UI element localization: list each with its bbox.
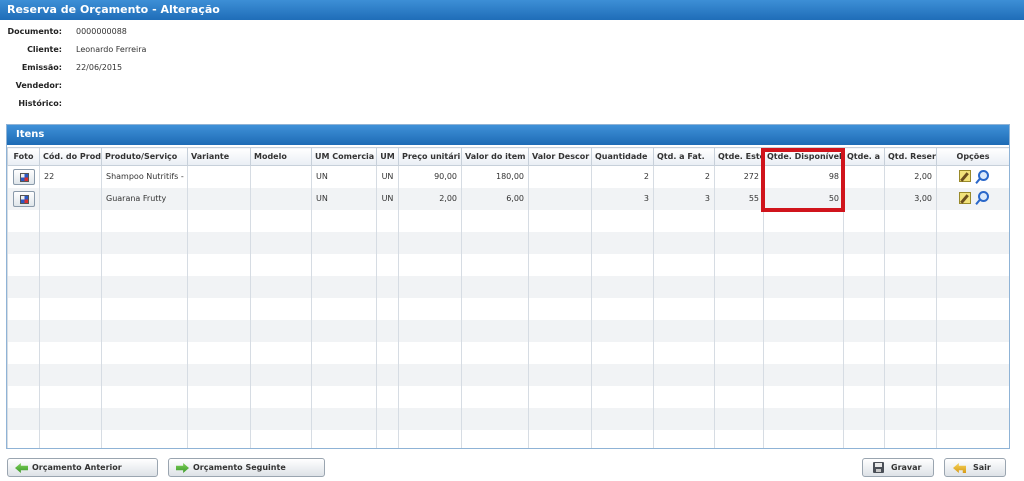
next-budget-button[interactable]: Orçamento Seguinte (168, 458, 325, 477)
col-header-um[interactable]: UM (376, 147, 399, 166)
cell-preco-unitario: 2,00 (398, 187, 462, 210)
save-button[interactable]: Gravar (862, 458, 934, 477)
cell-qtde-estoque: 55 (714, 187, 764, 210)
field-value: Leonardo Ferreira (76, 45, 147, 54)
cell-um-comercial: UN (311, 165, 377, 188)
photo-button[interactable] (12, 190, 35, 207)
cell-um: UN (376, 165, 399, 188)
image-icon (19, 172, 29, 182)
cell-valor-item: 6,00 (461, 187, 529, 210)
col-header-produto[interactable]: Produto/Serviço (101, 147, 188, 166)
cell-opcoes (936, 165, 1009, 188)
document-header: Documento: 0000000088 Cliente: Leonardo … (0, 20, 1024, 124)
arrow-left-icon (15, 463, 28, 473)
col-header-valor-item[interactable]: Valor do item (461, 147, 529, 166)
cell-qtd-faturar: 3 (653, 187, 715, 210)
cell-qtd-reservada: 2,00 (884, 165, 937, 188)
empty-row (7, 363, 1009, 386)
cell-quantidade: 3 (591, 187, 654, 210)
items-panel: Itens Foto Cód. do Prod Produto/Serviço … (6, 124, 1010, 449)
field-label: Cliente: (27, 45, 62, 54)
col-header-variante[interactable]: Variante (187, 147, 251, 166)
empty-row (7, 275, 1009, 298)
save-icon (873, 462, 884, 473)
items-grid[interactable]: Foto Cód. do Prod Produto/Serviço Varian… (7, 147, 1009, 448)
image-icon (19, 194, 29, 204)
save-label: Gravar (891, 463, 922, 472)
cell-um: UN (376, 187, 399, 210)
cell-modelo (250, 187, 312, 210)
exit-button[interactable]: Sair (944, 458, 1006, 477)
cell-modelo (250, 165, 312, 188)
table-row[interactable]: Guarana Frutty UN UN 2,00 6,00 3 3 55 50… (7, 187, 1009, 210)
grid-header-row: Foto Cód. do Prod Produto/Serviço Varian… (7, 147, 1009, 166)
empty-row (7, 429, 1009, 448)
exit-icon (953, 463, 966, 473)
edit-icon[interactable] (958, 191, 971, 204)
window-title: Reserva de Orçamento - Alteração (0, 0, 1024, 20)
col-header-modelo[interactable]: Modelo (250, 147, 312, 166)
field-value: 0000000088 (76, 27, 127, 36)
cell-valor-desconto (528, 165, 592, 188)
field-value: 22/06/2015 (76, 63, 123, 72)
cell-um-comercial: UN (311, 187, 377, 210)
search-icon[interactable] (975, 191, 989, 204)
cell-qtde-a (843, 165, 885, 188)
previous-budget-button[interactable]: Orçamento Anterior (7, 458, 158, 477)
col-header-qtd-faturar[interactable]: Qtd. a Fat. (653, 147, 715, 166)
photo-button[interactable] (12, 168, 35, 185)
cell-qtd-reservada: 3,00 (884, 187, 937, 210)
photo-cell (7, 165, 40, 188)
empty-row (7, 385, 1009, 408)
photo-cell (7, 187, 40, 210)
cell-variante (187, 165, 251, 188)
empty-row (7, 231, 1009, 254)
previous-budget-label: Orçamento Anterior (32, 463, 122, 472)
table-row[interactable]: 22 Shampoo Nutritifs - UN UN 90,00 180,0… (7, 165, 1009, 188)
col-header-codigo[interactable]: Cód. do Prod (39, 147, 102, 166)
col-header-um-comercial[interactable]: UM Comercia (311, 147, 377, 166)
col-header-preco-unitario[interactable]: Preço unitári (398, 147, 462, 166)
cell-qtde-disponivel: 50 (763, 187, 844, 210)
search-icon[interactable] (975, 169, 989, 183)
col-header-foto[interactable]: Foto (7, 147, 40, 166)
cell-qtde-disponivel: 98 (763, 165, 844, 188)
empty-row (7, 209, 1009, 232)
cell-codigo: 22 (39, 165, 102, 188)
cell-codigo (39, 187, 102, 210)
cell-qtde-estoque: 272 (714, 165, 764, 188)
cell-produto: Guarana Frutty (101, 187, 188, 210)
empty-row (7, 297, 1009, 320)
arrow-right-icon (176, 463, 189, 473)
col-header-qtde-disponivel[interactable]: Qtde. Disponível (763, 147, 844, 166)
field-label: Histórico: (18, 99, 62, 108)
cell-quantidade: 2 (591, 165, 654, 188)
col-header-qtde-estoque[interactable]: Qtde. Este (714, 147, 764, 166)
col-header-qtde-a[interactable]: Qtde. a (843, 147, 885, 166)
edit-icon[interactable] (958, 170, 971, 182)
cell-valor-item: 180,00 (461, 165, 529, 188)
footer-toolbar: Orçamento Anterior Orçamento Seguinte Gr… (0, 452, 1024, 481)
col-header-opcoes: Opções (936, 147, 1009, 166)
cell-qtd-faturar: 2 (653, 165, 715, 188)
col-header-quantidade[interactable]: Quantidade (591, 147, 654, 166)
field-label: Documento: (7, 27, 62, 36)
cell-valor-desconto (528, 187, 592, 210)
col-header-qtd-reservada[interactable]: Qtd. Reser (884, 147, 937, 166)
empty-row (7, 253, 1009, 276)
cell-preco-unitario: 90,00 (398, 165, 462, 188)
empty-row (7, 341, 1009, 364)
cell-variante (187, 187, 251, 210)
col-header-valor-desconto[interactable]: Valor Descor (528, 147, 592, 166)
empty-row (7, 319, 1009, 342)
cell-produto: Shampoo Nutritifs - (101, 165, 188, 188)
next-budget-label: Orçamento Seguinte (193, 463, 286, 472)
exit-label: Sair (973, 463, 991, 472)
empty-row (7, 407, 1009, 430)
items-panel-title: Itens (7, 125, 1009, 145)
field-label: Vendedor: (15, 81, 62, 90)
cell-qtde-a (843, 187, 885, 210)
field-label: Emissão: (21, 63, 62, 72)
cell-opcoes (936, 187, 1009, 210)
